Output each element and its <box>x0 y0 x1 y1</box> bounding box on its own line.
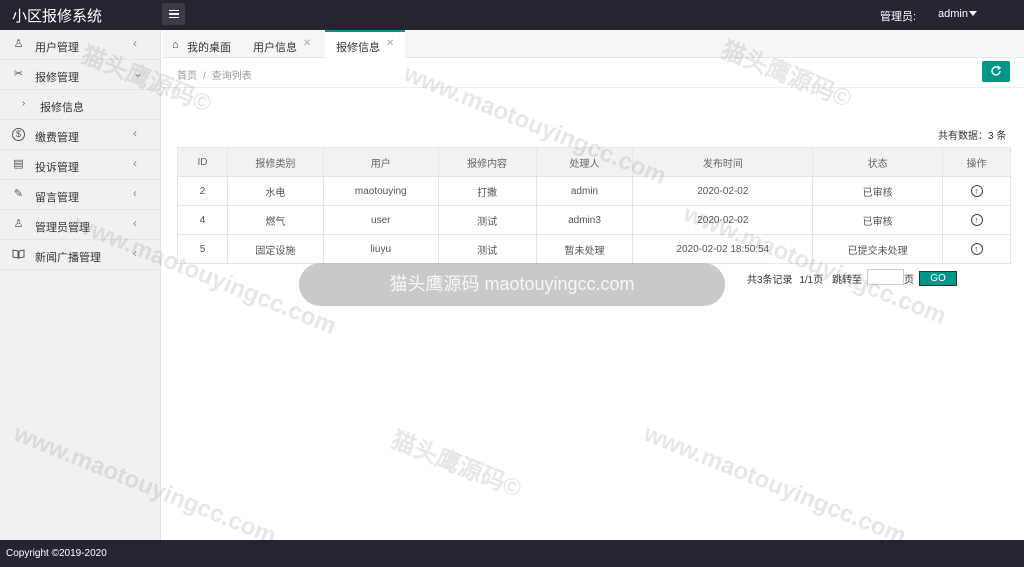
cell-status: 已审核 <box>812 176 944 206</box>
cell-id: 4 <box>177 205 228 235</box>
cell-user: maotouying <box>322 176 439 206</box>
chevron-left-icon: ‹ <box>133 186 137 200</box>
sidebar-item-label: 留言管理 <box>35 192 79 204</box>
upload-icon[interactable]: ↑ <box>970 185 983 197</box>
breadcrumb-current: 查询列表 <box>211 71 252 82</box>
upload-icon[interactable]: ↑ <box>970 243 983 255</box>
cell-user: liuyu <box>322 234 439 264</box>
sidebar-item-label: 报修管理 <box>35 72 79 84</box>
total-count: 共有数据：3 条 <box>938 131 1007 142</box>
close-icon[interactable]: ✕ <box>303 38 311 49</box>
col-content: 报修内容 <box>437 147 537 177</box>
cell-category: 固定设施 <box>226 234 324 264</box>
book-svg <box>12 249 25 259</box>
cell-user: user <box>322 205 439 235</box>
cell-action: ↑ <box>942 205 1011 235</box>
cell-content: 测试 <box>437 205 537 235</box>
tab-label: 用户信息 <box>253 42 297 54</box>
app-title: 小区报修系统 <box>12 8 103 25</box>
sidebar-item-label: 投诉管理 <box>35 162 79 174</box>
cell-content: 测试 <box>437 234 537 264</box>
chevron-left-icon: ‹ <box>133 156 137 170</box>
sidebar-item-label: 缴费管理 <box>35 132 79 144</box>
table-row: 4 燃气 user 测试 admin3 2020-02-02 已审核 ↑ <box>177 205 1011 235</box>
table-row: 5 固定设施 liuyu 测试 暂未处理 2020-02-02 18:50:54… <box>177 234 1011 264</box>
watermark-pill: 猫头鹰源码 maotouyingcc.com <box>299 263 725 306</box>
copyright-text: Copyright ©2019-2020 <box>6 548 107 559</box>
sidebar-item-repair-info[interactable]: › 报修信息 <box>0 90 160 120</box>
admin-icon: ♙ <box>13 218 24 230</box>
refresh-icon <box>991 65 1002 76</box>
cell-category: 水电 <box>226 176 324 206</box>
tab-home[interactable]: ⌂ 我的桌面 <box>162 30 240 58</box>
watermark-text: www.maotouyingcc.com <box>639 420 911 551</box>
sidebar-item-label: 用户管理 <box>35 42 79 54</box>
user-icon: ♙ <box>13 38 24 50</box>
col-user: 用户 <box>322 147 439 177</box>
close-icon[interactable]: ✕ <box>386 38 394 49</box>
sidebar-item-message-management[interactable]: ✎ 留言管理 ‹ <box>0 180 160 210</box>
tab-bar: ⌂ 我的桌面 用户信息 ✕ 报修信息 ✕ <box>162 30 1024 58</box>
sidebar-item-label: 新闻广播管理 <box>35 252 101 264</box>
tab-label: 我的桌面 <box>187 42 231 54</box>
col-action: 操作 <box>942 147 1011 177</box>
refresh-button[interactable] <box>982 61 1010 82</box>
col-category: 报修类别 <box>226 147 324 177</box>
admin-user-menu[interactable]: admin <box>938 8 968 20</box>
chevron-left-icon: ‹ <box>133 36 137 50</box>
cell-action: ↑ <box>942 234 1011 264</box>
pager-page-suffix: 页 <box>904 275 914 286</box>
tab-repair-info[interactable]: 报修信息 ✕ <box>325 30 405 58</box>
cell-status: 已审核 <box>812 205 944 235</box>
upload-icon[interactable]: ↑ <box>970 214 983 226</box>
edit-icon: ✎ <box>13 188 24 200</box>
cell-category: 燃气 <box>226 205 324 235</box>
hamburger-icon <box>168 9 179 12</box>
cell-handler: 暂未处理 <box>535 234 634 264</box>
home-icon: ⌂ <box>172 39 179 51</box>
divider <box>162 87 1024 88</box>
book-icon <box>12 248 25 261</box>
dollar-icon: $ <box>12 128 25 141</box>
cell-handler: admin <box>535 176 634 206</box>
watermark-text: 猫头鹰源码© <box>387 426 526 504</box>
sidebar-item-payment-management[interactable]: $ 缴费管理 ‹ <box>0 120 160 150</box>
admin-label: 管理员: <box>880 11 917 23</box>
sidebar-item-complaint-management[interactable]: ▤ 投诉管理 ‹ <box>0 150 160 180</box>
chevron-left-icon: ‹ <box>133 216 137 230</box>
tab-user-info[interactable]: 用户信息 ✕ <box>242 30 322 58</box>
cell-handler: admin3 <box>535 205 634 235</box>
go-button[interactable]: GO <box>919 271 957 286</box>
cell-action: ↑ <box>942 176 1011 206</box>
clipboard-icon: ▤ <box>13 158 24 170</box>
sidebar-item-label: 报修信息 <box>40 102 84 114</box>
chevron-right-icon: › <box>22 98 26 109</box>
footer: Copyright ©2019-2020 <box>0 540 1024 567</box>
menu-toggle-button[interactable] <box>162 3 185 25</box>
top-bar: 小区报修系统 管理员: admin <box>0 0 1024 30</box>
table-row: 2 水电 maotouying 打撒 admin 2020-02-02 已审核 … <box>177 176 1011 206</box>
caret-down-icon[interactable] <box>969 11 977 16</box>
cell-id: 2 <box>177 176 228 206</box>
pager-records: 共3条记录 <box>747 275 793 286</box>
cell-content: 打撒 <box>437 176 537 206</box>
col-status: 状态 <box>812 147 944 177</box>
col-id: ID <box>177 147 228 177</box>
wrench-icon: ✂ <box>13 68 24 80</box>
tab-label: 报修信息 <box>336 42 380 54</box>
chevron-left-icon: ‹ <box>133 126 137 140</box>
